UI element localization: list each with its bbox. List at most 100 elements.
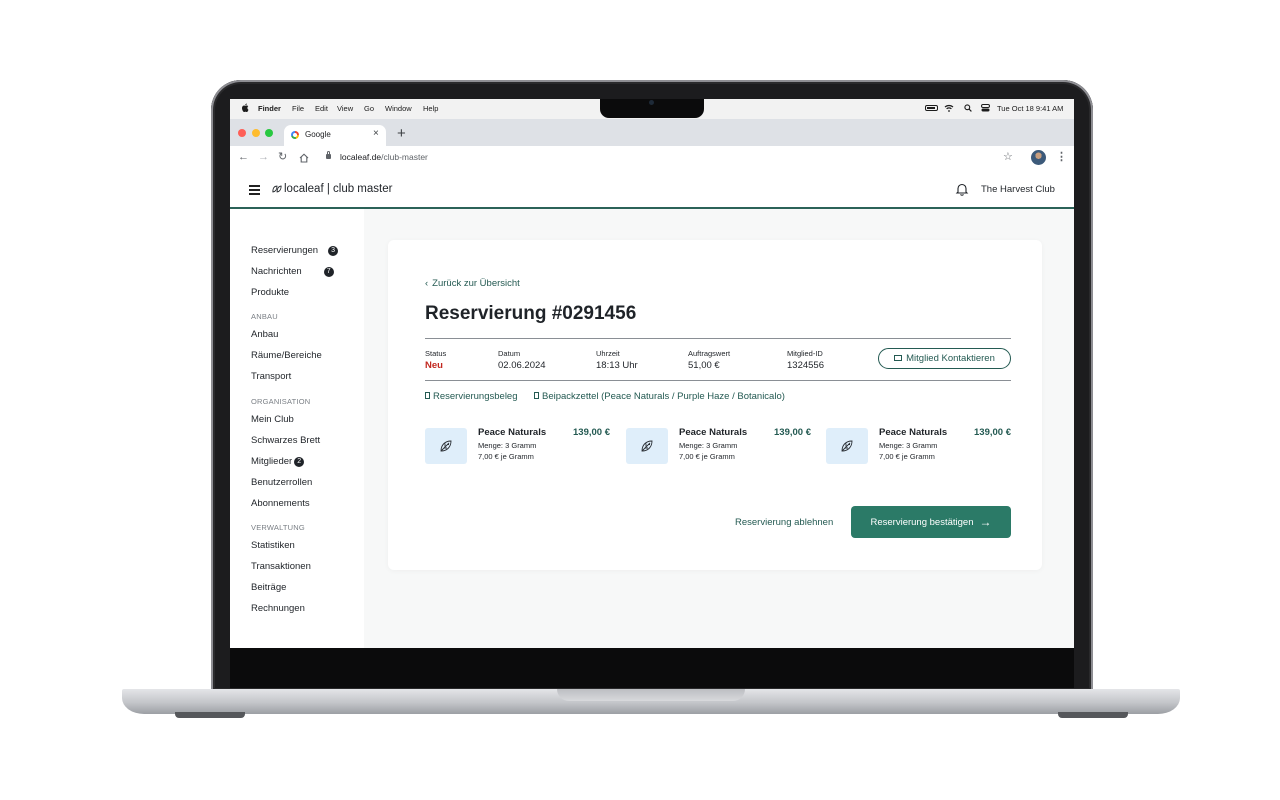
sidebar-item-rechnungen[interactable]: Rechnungen bbox=[251, 603, 305, 614]
window-close-button[interactable] bbox=[238, 129, 246, 137]
reservation-card: ‹ Zurück zur Übersicht Reservierung #0291… bbox=[388, 240, 1042, 570]
reservation-title: Reservierung #0291456 bbox=[425, 303, 637, 324]
date-label: Datum bbox=[498, 349, 521, 358]
control-center-icon[interactable] bbox=[981, 104, 990, 112]
mitglieder-count-badge: 2 bbox=[294, 457, 305, 467]
menubar-clock[interactable]: Tue Oct 18 9:41 AM bbox=[997, 104, 1063, 113]
sidebar-item-transaktionen[interactable]: Transaktionen bbox=[251, 561, 311, 572]
window-zoom-button[interactable] bbox=[265, 129, 273, 137]
menubar-window[interactable]: Window bbox=[385, 104, 412, 113]
tab-title: Google bbox=[305, 130, 331, 139]
product-price: 139,00 € bbox=[974, 427, 1011, 438]
address-url[interactable]: localeaf.de/club-master bbox=[340, 152, 428, 162]
contact-member-button[interactable]: Mitglied Kontaktieren bbox=[878, 348, 1011, 369]
decline-reservation-button[interactable]: Reservierung ablehnen bbox=[735, 517, 833, 528]
sidebar-item-beitraege[interactable]: Beiträge bbox=[251, 582, 286, 593]
sidebar-item-nachrichten[interactable]: Nachrichten 7 bbox=[251, 266, 334, 277]
battery-icon[interactable] bbox=[925, 105, 938, 111]
product-unit-price: 7,00 € je Gramm bbox=[478, 452, 534, 461]
date-value: 02.06.2024 bbox=[498, 360, 546, 371]
status-badge: Neu bbox=[425, 360, 443, 371]
notification-bell-icon[interactable] bbox=[955, 182, 969, 196]
sidebar-item-raeume[interactable]: Räume/Bereiche bbox=[251, 350, 322, 361]
product-thumbnail bbox=[425, 428, 467, 464]
menubar-view[interactable]: View bbox=[337, 104, 353, 113]
bookmark-star-icon[interactable]: ☆ bbox=[1003, 150, 1013, 164]
reservation-receipt-link[interactable]: Reservierungsbeleg bbox=[425, 391, 518, 402]
google-favicon-icon bbox=[291, 131, 299, 139]
forward-arrow-icon[interactable]: → bbox=[258, 150, 269, 164]
nachrichten-count-badge: 7 bbox=[323, 267, 334, 277]
product-price: 139,00 € bbox=[774, 427, 811, 438]
product-unit-price: 7,00 € je Gramm bbox=[879, 452, 935, 461]
divider-top bbox=[425, 338, 1011, 339]
new-tab-button[interactable]: + bbox=[397, 125, 406, 142]
browser-menu-icon[interactable]: ⋮ bbox=[1056, 150, 1067, 164]
brand-logo[interactable]: localeaf | club master bbox=[272, 183, 392, 195]
sidebar-item-reservierungen[interactable]: Reservierungen 3 bbox=[251, 245, 339, 256]
divider-bottom bbox=[425, 380, 1011, 381]
product-item[interactable]: Peace Naturals 139,00 € Menge: 3 Gramm 7… bbox=[425, 427, 610, 467]
laptop-bezel bbox=[230, 648, 1074, 688]
laptop-foot-left bbox=[175, 712, 245, 718]
sidebar-item-produkte[interactable]: Produkte bbox=[251, 287, 289, 298]
spotlight-search-icon[interactable] bbox=[964, 104, 972, 112]
document-icon bbox=[534, 392, 539, 399]
profile-avatar[interactable] bbox=[1031, 150, 1046, 165]
mail-icon bbox=[894, 355, 903, 361]
menubar-app-finder[interactable]: Finder bbox=[258, 104, 281, 113]
member-id-value: 1324556 bbox=[787, 360, 824, 371]
sidebar-item-schwarzes-brett[interactable]: Schwarzes Brett bbox=[251, 435, 320, 446]
document-icon bbox=[425, 392, 430, 399]
main-content: Reservierungen 3 Nachrichten 7 Produkte AN… bbox=[230, 209, 1074, 648]
confirm-reservation-button[interactable]: Reservierung bestätigen → bbox=[851, 506, 1011, 538]
product-quantity: Menge: 3 Gramm bbox=[478, 441, 537, 450]
browser-tab-active[interactable]: Google × bbox=[284, 125, 386, 146]
product-name: Peace Naturals bbox=[478, 427, 547, 438]
sidebar-item-anbau[interactable]: Anbau bbox=[251, 329, 278, 340]
tab-close-icon[interactable]: × bbox=[373, 128, 379, 139]
product-item[interactable]: Peace Naturals 139,00 € Menge: 3 Gramm 7… bbox=[626, 427, 811, 467]
sidebar-item-statistiken[interactable]: Statistiken bbox=[251, 540, 295, 551]
laptop-screen: Finder File Edit View Go Window Help Tue… bbox=[230, 99, 1074, 648]
back-to-overview-link[interactable]: ‹ Zurück zur Übersicht bbox=[425, 278, 520, 289]
product-name: Peace Naturals bbox=[679, 427, 748, 438]
apple-icon[interactable] bbox=[241, 103, 249, 112]
time-value: 18:13 Uhr bbox=[596, 360, 638, 371]
menubar-go[interactable]: Go bbox=[364, 104, 374, 113]
member-id-label: Mitglied-ID bbox=[787, 349, 823, 358]
product-thumbnail bbox=[626, 428, 668, 464]
product-unit-price: 7,00 € je Gramm bbox=[679, 452, 735, 461]
wifi-icon[interactable] bbox=[944, 104, 954, 112]
back-arrow-icon[interactable]: ← bbox=[238, 150, 249, 164]
menubar-help[interactable]: Help bbox=[423, 104, 438, 113]
sidebar-section-verwaltung: VERWALTUNG bbox=[251, 523, 305, 532]
amount-value: 51,00 € bbox=[688, 360, 720, 371]
product-item[interactable]: Peace Naturals 139,00 € Menge: 3 Gramm 7… bbox=[826, 427, 1011, 467]
product-price: 139,00 € bbox=[573, 427, 610, 438]
package-leaflet-link[interactable]: Beipackzettel (Peace Naturals / Purple H… bbox=[534, 391, 785, 402]
chevron-left-icon: ‹ bbox=[425, 278, 429, 289]
sidebar-item-benutzerrollen[interactable]: Benutzerrollen bbox=[251, 477, 312, 488]
sidebar-section-anbau: ANBAU bbox=[251, 312, 278, 321]
sidebar: Reservierungen 3 Nachrichten 7 Produkte AN… bbox=[230, 209, 364, 648]
laptop-foot-right bbox=[1058, 712, 1128, 718]
menubar-file[interactable]: File bbox=[292, 104, 304, 113]
reload-icon[interactable]: ↻ bbox=[278, 150, 287, 164]
menubar-edit[interactable]: Edit bbox=[315, 104, 328, 113]
sidebar-item-abonnements[interactable]: Abonnements bbox=[251, 498, 310, 509]
sidebar-section-organisation: ORGANISATION bbox=[251, 397, 311, 406]
sidebar-item-mein-club[interactable]: Mein Club bbox=[251, 414, 294, 425]
address-bar[interactable]: localeaf.de/club-master bbox=[322, 149, 1022, 166]
localeaf-logo-icon bbox=[272, 185, 282, 193]
amount-label: Auftragswert bbox=[688, 349, 731, 358]
sidebar-item-mitglieder[interactable]: Mitglieder 2 bbox=[251, 456, 305, 467]
club-name[interactable]: The Harvest Club bbox=[981, 184, 1055, 195]
home-icon[interactable] bbox=[299, 153, 309, 163]
window-minimize-button[interactable] bbox=[252, 129, 260, 137]
camera-notch bbox=[600, 99, 704, 118]
sidebar-item-transport[interactable]: Transport bbox=[251, 371, 291, 382]
status-label: Status bbox=[425, 349, 447, 358]
hamburger-menu-icon[interactable] bbox=[249, 185, 260, 195]
product-quantity: Menge: 3 Gramm bbox=[679, 441, 738, 450]
